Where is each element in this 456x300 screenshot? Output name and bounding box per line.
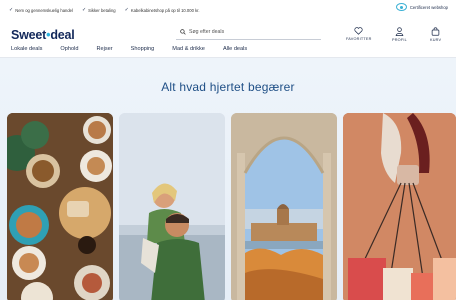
hero-section: Alt hvad hjertet begærer — [0, 58, 456, 300]
search-input[interactable]: Søg efter deals — [176, 25, 321, 40]
nav-item-rejser[interactable]: Rejser — [96, 46, 112, 52]
hero-title: Alt hvad hjertet begærer — [161, 80, 295, 94]
couple-image — [119, 113, 225, 300]
food-table-image — [7, 113, 113, 300]
logo[interactable]: Sweet•deal — [11, 28, 75, 42]
deal-card-couple[interactable] — [119, 113, 225, 300]
deal-card-city[interactable] — [231, 113, 337, 300]
heart-icon — [354, 27, 363, 35]
certified-webshop-link[interactable]: Certificeret webshop — [395, 3, 448, 11]
usp-item: ✓ Kabelkabinetshop på op til 10.000 kr. — [124, 7, 200, 13]
site-header: Sweet•deal Søg efter deals Lokale deals … — [0, 20, 456, 58]
cart-icon — [431, 27, 440, 36]
certified-badge-icon — [395, 3, 407, 11]
usp-item: ✓ Sikker betaling — [81, 7, 116, 13]
favorites-button[interactable]: FAVORITTER — [346, 27, 372, 41]
cart-button[interactable]: KURV — [430, 27, 441, 42]
profile-button[interactable]: PROFIL — [392, 27, 407, 42]
user-icon — [395, 27, 404, 36]
check-icon: ✓ — [124, 7, 129, 13]
nav-item-lokale-deals[interactable]: Lokale deals — [11, 46, 42, 52]
budapest-arch-image — [231, 113, 337, 300]
search-placeholder: Søg efter deals — [189, 29, 225, 35]
deal-card-food[interactable] — [7, 113, 113, 300]
search-icon — [180, 29, 186, 35]
top-usp-bar: ✓ Nem og gennemskuelig handel ✓ Sikker bet… — [0, 0, 456, 20]
nav-item-shopping[interactable]: Shopping — [131, 46, 155, 52]
nav-item-mad-drikke[interactable]: Mad & drikke — [172, 46, 205, 52]
main-nav: Lokale deals Ophold Rejser Shopping Mad … — [11, 46, 265, 52]
check-icon: ✓ — [81, 7, 87, 13]
nav-item-ophold[interactable]: Ophold — [60, 46, 78, 52]
nav-item-alle-deals[interactable]: Alle deals — [223, 46, 247, 52]
check-icon: ✓ — [9, 7, 14, 13]
deal-card-shopping[interactable] — [343, 113, 456, 300]
usp-item: ✓ Nem og gennemskuelig handel — [9, 7, 73, 13]
shopping-bags-image — [343, 113, 456, 300]
